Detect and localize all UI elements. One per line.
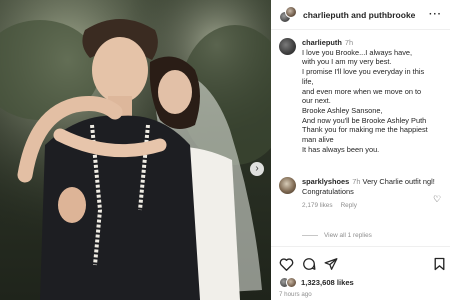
chevron-right-icon[interactable]: ›	[250, 162, 264, 176]
comment-heart-icon[interactable]: ♡	[433, 194, 441, 205]
comment-username[interactable]: sparklyshoes	[302, 177, 349, 186]
bookmark-icon[interactable]	[434, 257, 445, 271]
more-options-icon[interactable]: ···	[429, 9, 442, 20]
caption-line: Brooke Ashley Sansone,	[302, 105, 383, 115]
wedding-photo-illustration	[0, 0, 271, 300]
post-caption: charlieputh 7h I love you Brooke...I alwa…	[279, 38, 444, 154]
comment-icon[interactable]	[302, 257, 316, 271]
heart-icon[interactable]	[279, 257, 294, 271]
caption-line: man alive	[302, 135, 334, 145]
caption-line: life,	[302, 76, 314, 86]
post-timestamp: 7 hours ago	[279, 291, 312, 298]
caption-line: our next.	[302, 96, 331, 106]
caption-username[interactable]: charlieputh	[302, 38, 342, 47]
avatar[interactable]	[279, 38, 296, 55]
post-authors[interactable]: charlieputh and puthbrooke	[303, 10, 415, 20]
comment-time: 7h	[352, 177, 361, 186]
share-icon[interactable]	[324, 257, 338, 271]
comment-text: Very Charlie outfit ngl!	[362, 177, 435, 186]
view-replies-label: View all 1 replies	[324, 232, 372, 239]
post-details-panel: charlieputh and puthbrooke ··· charliepu…	[271, 0, 450, 300]
collab-avatars[interactable]	[279, 5, 297, 24]
likes-count: 1,323,608 likes	[301, 278, 354, 287]
caption-time: 7h	[344, 38, 354, 47]
caption-line: and even more when we move on to	[302, 86, 422, 96]
caption-line: I love you Brooke...I always have,	[302, 47, 413, 57]
caption-line: Thank you for making me the happiest	[302, 125, 428, 135]
post-actions: 1,323,608 likes 7 hours ago	[271, 246, 450, 300]
caption-line: It has always been you.	[302, 144, 380, 154]
avatar[interactable]	[279, 177, 296, 194]
caption-line: And now you'll be Brooke Ashley Puth	[302, 115, 427, 125]
comment-text: Congratulations	[302, 186, 354, 196]
comment: sparklyshoes 7h Very Charlie outfit ngl! …	[279, 177, 444, 211]
view-replies-link[interactable]: View all 1 replies	[302, 232, 372, 239]
caption-line: with you I am my very best.	[302, 57, 392, 67]
post-header: charlieputh and puthbrooke ···	[271, 0, 450, 30]
avatar	[286, 277, 297, 288]
comment-likes[interactable]: 2,179 likes	[302, 202, 333, 209]
post-photo[interactable]: ›	[0, 0, 271, 300]
caption-line: I promise I'll love you everyday in this	[302, 67, 425, 77]
divider	[302, 235, 318, 236]
reply-button[interactable]: Reply	[341, 202, 357, 209]
post-likes[interactable]: 1,323,608 likes	[279, 277, 354, 288]
